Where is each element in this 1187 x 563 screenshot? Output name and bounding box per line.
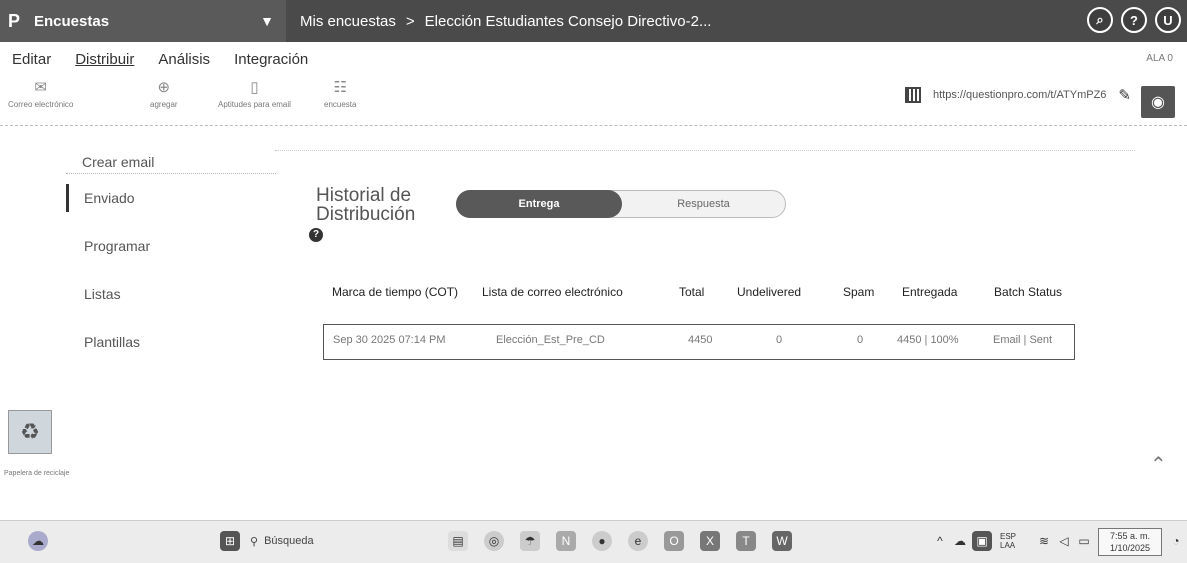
distribution-toolbar: ✉ Correo electrónico ⊕ agregar ▯ Aptitud… [0, 76, 1187, 126]
survey-url[interactable]: https://questionpro.com/t/ATYmPZ6 [933, 89, 1106, 101]
col-timestamp[interactable]: Marca de tiempo (COT) [332, 285, 458, 299]
tool-encuesta[interactable]: ☷ encuesta [324, 78, 356, 109]
sidebar-item-plantillas[interactable]: Plantillas [66, 318, 276, 366]
breadcrumb-mis-encuestas[interactable]: Mis encuestas [300, 13, 396, 30]
file-explorer-icon[interactable]: ▤ [448, 531, 468, 551]
cell-entregada: 4450 | 100% [897, 334, 959, 346]
system-clock[interactable]: 7:55 a. m. 1/10/2025 [1098, 528, 1162, 556]
menu-editar[interactable]: Editar [0, 51, 63, 68]
col-total: Total [679, 285, 705, 299]
page-title: Historial de Distribución [316, 185, 416, 225]
product-switcher[interactable]: P Encuestas ▼ [0, 0, 286, 42]
eye-icon: ◉ [1151, 94, 1165, 111]
menu-analisis[interactable]: Análisis [146, 51, 222, 68]
clock-date: 1/10/2025 [1109, 543, 1151, 553]
notification-bell-icon[interactable]: ◔ [1166, 531, 1186, 551]
cell-email-list: Elección_Est_Pre_CD [496, 334, 605, 346]
cell-total: 4450 [688, 334, 713, 346]
clock-time: 7:55 a. m. [1109, 531, 1151, 541]
col-email-list[interactable]: Lista de correo electrónico [482, 285, 623, 299]
tool-aptitudes[interactable]: ▯ Aptitudes para email [218, 78, 291, 109]
distribution-sidebar: Crear email Enviado Programar Listas Pla… [66, 150, 276, 366]
language-layout: LAA [1000, 541, 1016, 550]
survey-link: https://questionpro.com/t/ATYmPZ6 ✎ [905, 86, 1131, 104]
qr-code-icon[interactable] [905, 87, 921, 103]
weather-app-icon[interactable]: ☂ [520, 531, 540, 551]
product-name: Encuestas [34, 12, 110, 30]
preview-eye-button[interactable]: ◉ [1141, 86, 1175, 118]
word-icon[interactable]: W [772, 531, 792, 551]
wifi-icon[interactable]: ≋ [1034, 531, 1054, 551]
taskbar-search[interactable]: ⚲ Búsqueda [250, 530, 370, 552]
chevron-up-icon[interactable]: ^ [930, 531, 950, 551]
sidebar-item-crear-email[interactable]: Crear email [66, 150, 276, 174]
breadcrumb-separator: > [405, 12, 415, 30]
toggle-respuesta[interactable]: Respuesta [622, 198, 785, 210]
scroll-to-top-icon[interactable]: ⌃ [1150, 452, 1167, 477]
battery-icon[interactable]: ▭ [1074, 531, 1094, 551]
search-icon[interactable]: ⌕ [1087, 7, 1113, 33]
taskbar-search-placeholder: Búsqueda [264, 535, 314, 547]
app-tray-icon[interactable]: ▣ [972, 531, 992, 551]
col-batch-status: Batch Status [994, 285, 1063, 299]
tool-email-label: Correo electrónico [8, 100, 74, 109]
table-header: Marca de tiempo (COT) Lista de correo el… [0, 285, 1187, 301]
col-entregada: Entregada [902, 285, 958, 299]
tool-encuesta-label: encuesta [324, 100, 357, 109]
cell-spam: 0 [857, 334, 864, 346]
teams-icon[interactable]: T [736, 531, 756, 551]
col-spam: Spam [843, 285, 875, 299]
browser-icon[interactable]: ● [592, 531, 612, 551]
excel-icon[interactable]: X [700, 531, 720, 551]
recycle-bin-label: Papelera de reciclaje [4, 470, 70, 477]
add-icon: ⊕ [157, 79, 171, 96]
col-undelivered: Undelivered [737, 285, 802, 299]
windows-start-icon[interactable]: ⊞ [220, 531, 240, 551]
header-actions: ⌕ ? U [1087, 7, 1181, 33]
language-code: ESP [1000, 532, 1017, 541]
edge-icon[interactable]: e [628, 531, 648, 551]
menu-distribuir[interactable]: Distribuir [63, 51, 146, 68]
menu-right-text: ALA 0 [1146, 53, 1173, 64]
document-icon: ▯ [250, 79, 259, 96]
language-indicator[interactable]: ESP LAA [1000, 532, 1016, 550]
onedrive-icon[interactable]: ☁ [950, 531, 970, 551]
search-icon: ⚲ [250, 535, 259, 548]
volume-icon[interactable]: ◁ [1054, 531, 1074, 551]
top-header: P Encuestas ▼ Mis encuestas > Elección E… [0, 0, 1187, 42]
toggle-entrega[interactable]: Entrega [456, 190, 622, 218]
cell-batch-status: Email | Sent [993, 334, 1053, 346]
sidebar-item-enviado[interactable]: Enviado [66, 174, 276, 222]
delivery-response-toggle: Entrega Respuesta [456, 190, 786, 218]
breadcrumb: Mis encuestas > Elección Estudiantes Con… [300, 13, 711, 30]
chrome-icon[interactable]: ◎ [484, 531, 504, 551]
email-icon: ✉ [34, 79, 47, 96]
tool-aptitudes-label: Aptitudes para email [218, 100, 291, 109]
main-menu: Editar Distribuir Análisis Integración A… [0, 44, 1187, 74]
help-icon[interactable]: ? [1121, 7, 1147, 33]
notion-icon[interactable]: N [556, 531, 576, 551]
question-icon[interactable]: ? [309, 228, 323, 242]
outlook-icon[interactable]: O [664, 531, 684, 551]
recycle-bin-icon[interactable]: ♻ [8, 410, 52, 454]
breadcrumb-survey-title[interactable]: Elección Estudiantes Consejo Directivo-2… [425, 13, 712, 30]
user-avatar[interactable]: U [1155, 7, 1181, 33]
cell-undelivered: 0 [776, 334, 783, 346]
chevron-down-icon: ▼ [260, 13, 274, 29]
tool-add[interactable]: ⊕ agregar [150, 78, 178, 109]
survey-icon: ☷ [333, 79, 347, 96]
tool-email[interactable]: ✉ Correo electrónico [8, 78, 73, 109]
menu-integracion[interactable]: Integración [222, 51, 320, 68]
cell-timestamp: Sep 30 2025 07:14 PM [333, 334, 446, 346]
weather-icon[interactable]: ☁ [28, 531, 48, 551]
edit-pencil-icon[interactable]: ✎ [1118, 86, 1131, 104]
questionpro-logo-icon: P [8, 10, 21, 31]
sidebar-item-programar[interactable]: Programar [66, 222, 276, 270]
tool-add-label: agregar [150, 100, 178, 109]
